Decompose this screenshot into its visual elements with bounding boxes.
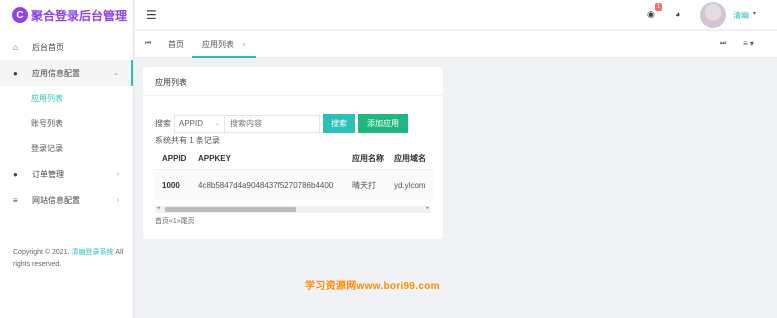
tab-menu-icon[interactable]: ≡ ▾ — [743, 39, 754, 48]
sidebar-subitem-login-records[interactable]: 登录记录 — [0, 136, 133, 161]
top-bar: ☰ ◉ 1 ◕ 清幽 ▾ — [135, 0, 777, 30]
home-icon: ⌂ — [13, 42, 18, 52]
sidebar-item-site-config[interactable]: ≡ 网站信息配置 › — [0, 187, 133, 213]
sidebar-item-app-config[interactable]: ● 应用信息配置 ⌄ — [0, 60, 133, 86]
horizontal-scrollbar[interactable]: ◂ ▸ — [155, 205, 431, 213]
sidebar-subitem-app-list[interactable]: 应用列表 — [0, 86, 133, 111]
tabs-bar: ⏮ 首页 应用列表 × ⏭ ≡ ▾ — [135, 31, 777, 58]
copyright-prefix: Copyright © 2021. — [13, 249, 72, 256]
search-label: 搜索 — [155, 119, 171, 128]
chevron-down-icon[interactable]: ▾ — [753, 10, 756, 17]
sidebar-item-home[interactable]: ⌂ 后台首页 — [0, 34, 133, 60]
tab-app-list[interactable]: 应用列表 × — [192, 31, 257, 58]
table-cell: 晴天打 — [352, 180, 376, 190]
logo-icon: C — [12, 7, 28, 23]
sidebar-nav: ⌂ 后台首页 ● 应用信息配置 ⌄ 应用列表 账号列表 登录记录 ● 订单管理 … — [0, 34, 133, 213]
search-form: 搜索 APPID ⌄ 搜索 添加应用 — [155, 114, 408, 133]
bell-icon[interactable]: ◉ — [647, 9, 655, 20]
tab-label: 应用列表 — [202, 40, 234, 49]
app-list-card: 应用列表 搜索 APPID ⌄ 搜索 添加应用 系统共有 1 条记录 APPID… — [143, 67, 443, 239]
copyright-link[interactable]: 清幽登录系统 — [71, 249, 113, 256]
table-header: APPID APPKEY 应用名称 应用域名 — [155, 147, 433, 170]
chevron-down-icon: ⌄ — [113, 70, 119, 77]
logo[interactable]: C 聚合登录后台管理 — [0, 0, 133, 30]
chevron-right-icon: › — [116, 170, 119, 178]
column-header: APPID — [162, 153, 187, 163]
tab-home[interactable]: 首页 — [168, 31, 184, 58]
theme-icon[interactable]: ◕ — [675, 9, 680, 19]
chevron-right-icon: › — [116, 196, 119, 204]
search-field-select[interactable]: APPID ⌄ — [174, 114, 225, 133]
scroll-left-icon[interactable]: ◂ — [157, 205, 160, 211]
chevron-down-icon: ⌄ — [214, 121, 220, 127]
sidebar-item-label: 订单管理 — [32, 169, 64, 179]
notification-badge: 1 — [655, 3, 662, 11]
copyright: Copyright © 2021. 清幽登录系统 All rights rese… — [13, 247, 125, 271]
sidebar-item-label: 后台首页 — [32, 42, 64, 52]
table-row[interactable]: 1000 4c8b5847d4a9048437f5270786b4400 晴天打… — [155, 170, 433, 200]
tab-scroll-right-icon[interactable]: ⏭ — [720, 40, 726, 48]
tab-scroll-left-icon[interactable]: ⏮ — [145, 40, 151, 48]
close-icon[interactable]: × — [242, 42, 246, 49]
watermark: 学习资源网www.bori99.com — [305, 281, 440, 292]
sidebar: C 聚合登录后台管理 ⌂ 后台首页 ● 应用信息配置 ⌄ 应用列表 账号列表 登… — [0, 0, 134, 318]
palette-icon: ● — [13, 169, 18, 179]
record-summary: 系统共有 1 条记录 — [155, 136, 220, 145]
search-input[interactable] — [225, 114, 320, 133]
select-value: APPID — [179, 119, 204, 128]
table-cell: yd.ylcom — [394, 180, 426, 190]
add-app-button[interactable]: 添加应用 — [358, 114, 408, 133]
scroll-thumb[interactable] — [165, 207, 296, 212]
pagination[interactable]: 首页«1»尾页 — [155, 216, 195, 226]
table-cell: 4c8b5847d4a9048437f5270786b4400 — [198, 180, 334, 190]
sidebar-item-label: 网站信息配置 — [32, 195, 80, 205]
username[interactable]: 清幽 — [733, 10, 749, 21]
list-icon: ≡ — [13, 195, 18, 205]
app-table: APPID APPKEY 应用名称 应用域名 1000 4c8b5847d4a9… — [155, 147, 433, 200]
card-title: 应用列表 — [143, 67, 443, 96]
sidebar-item-label: 应用信息配置 — [32, 68, 80, 78]
avatar[interactable] — [700, 2, 726, 28]
sidebar-item-orders[interactable]: ● 订单管理 › — [0, 161, 133, 187]
palette-icon: ● — [13, 68, 18, 78]
app-title: 聚合登录后台管理 — [31, 8, 128, 23]
sidebar-subitem-account-list[interactable]: 账号列表 — [0, 111, 133, 136]
search-button[interactable]: 搜索 — [323, 114, 355, 133]
column-header: 应用域名 — [394, 153, 426, 163]
scroll-right-icon[interactable]: ▸ — [426, 205, 429, 211]
table-cell: 1000 — [162, 180, 180, 190]
column-header: APPKEY — [198, 153, 231, 163]
column-header: 应用名称 — [352, 153, 384, 163]
menu-toggle-icon[interactable]: ☰ — [146, 8, 157, 22]
